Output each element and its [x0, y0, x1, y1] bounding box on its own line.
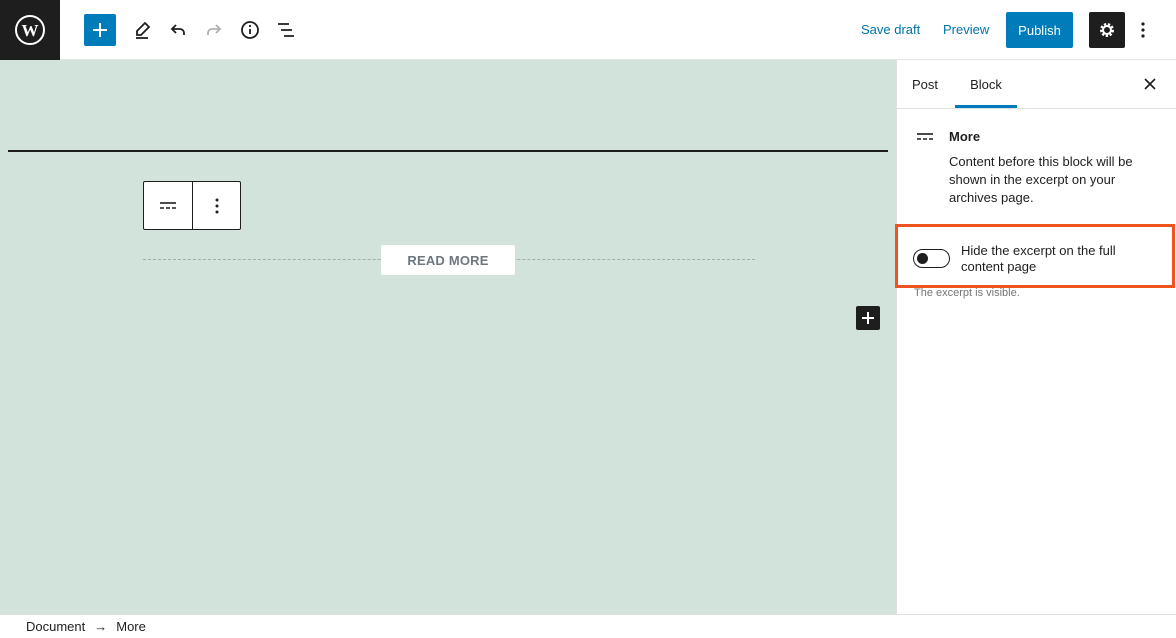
read-more-label[interactable]: READ MORE [381, 245, 515, 275]
list-view-button[interactable] [270, 14, 302, 46]
undo-button[interactable] [162, 14, 194, 46]
active-tab-indicator [955, 105, 1017, 108]
block-inserter-button[interactable] [84, 14, 116, 46]
block-title: More [949, 129, 981, 144]
pencil-icon [136, 21, 151, 39]
breadcrumb-more[interactable]: More [116, 619, 146, 634]
block-type-button[interactable] [144, 182, 192, 229]
separator-block[interactable] [8, 150, 888, 152]
tab-block[interactable]: Block [955, 60, 1017, 108]
undo-icon [170, 24, 185, 35]
breadcrumb-document[interactable]: Document [26, 619, 85, 634]
plus-icon [862, 312, 874, 324]
tab-post[interactable]: Post [912, 60, 938, 108]
preview-button[interactable]: Preview [943, 20, 989, 40]
list-view-icon [278, 23, 294, 37]
sidebar-tabs: Post Block [897, 60, 1176, 109]
save-draft-button[interactable]: Save draft [861, 20, 920, 40]
toggle-knob [917, 253, 928, 264]
close-icon [1144, 78, 1156, 90]
block-toolbar [143, 181, 241, 230]
kebab-icon [1141, 22, 1145, 38]
close-sidebar-button[interactable] [1140, 74, 1160, 94]
more-block-icon [917, 133, 933, 140]
details-button[interactable] [234, 14, 266, 46]
publish-button[interactable]: Publish [1006, 12, 1073, 48]
settings-button[interactable] [1089, 12, 1125, 48]
breadcrumb-separator: → [94, 619, 108, 634]
settings-sidebar: Post Block More Content before this bloc… [895, 60, 1176, 614]
info-icon [241, 21, 259, 39]
more-block-icon [160, 201, 176, 209]
more-tools-button[interactable] [1133, 14, 1153, 46]
gear-icon [1100, 23, 1114, 37]
plus-icon [93, 23, 107, 37]
editor-header: W Save draft Preview Publish [0, 0, 1176, 60]
block-breadcrumb: Document → More [0, 614, 1176, 638]
redo-button[interactable] [198, 14, 230, 46]
editor-canvas[interactable]: READ MORE [0, 60, 896, 614]
block-description: Content before this block will be shown … [949, 154, 1133, 205]
hide-excerpt-label[interactable]: Hide the excerpt on the full content pag… [961, 243, 1141, 275]
block-options-button[interactable] [192, 182, 240, 229]
add-block-button[interactable] [856, 306, 880, 330]
svg-text:W: W [22, 21, 39, 40]
toggle-help-text: The excerpt is visible. [914, 287, 1020, 299]
redo-icon [207, 24, 222, 35]
tools-button[interactable] [126, 14, 158, 46]
hide-excerpt-toggle[interactable] [913, 249, 950, 268]
wordpress-logo-icon[interactable]: W [0, 0, 60, 60]
kebab-icon [215, 198, 218, 213]
block-card: More Content before this block will be s… [897, 109, 1176, 205]
